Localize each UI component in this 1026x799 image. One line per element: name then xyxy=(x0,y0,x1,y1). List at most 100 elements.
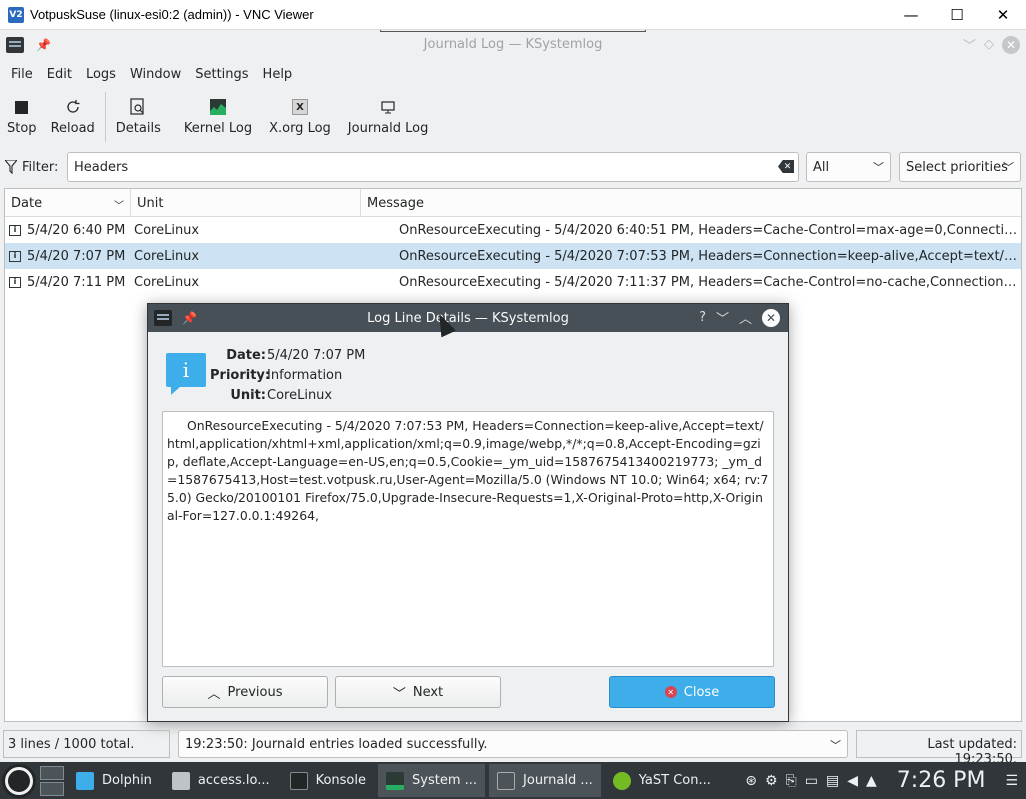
hamburger-menu-icon[interactable]: ☰ xyxy=(1005,773,1018,789)
task-konsole[interactable]: Konsole xyxy=(282,764,374,797)
kernel-log-button[interactable]: Kernel Log xyxy=(168,90,259,136)
minimize-icon[interactable]: ﹀ xyxy=(716,308,729,327)
task-label: Konsole xyxy=(315,773,367,788)
system-tray: ⊛ ⚙ ⎘ ▭ ▤ ◀ ▲ 7:26 PM ☰ xyxy=(745,762,1026,799)
status-message: 19:23:50: Journald entries loaded succes… xyxy=(185,737,488,752)
menu-window[interactable]: Window xyxy=(123,67,188,82)
yast-icon xyxy=(612,771,631,790)
toolbar-separator xyxy=(104,92,106,142)
folder-icon xyxy=(76,771,94,790)
row-date: 5/4/20 7:07 PM xyxy=(27,248,126,264)
vnc-logo-icon: V2 xyxy=(8,6,24,23)
details-icon xyxy=(129,98,147,116)
app-window-controls: ﹀ ◇ ✕ xyxy=(963,35,1020,54)
kde-connect-icon[interactable]: ⚙ xyxy=(765,773,778,789)
unit-value: CoreLinux xyxy=(267,388,333,403)
task-journald[interactable]: Journald ... xyxy=(489,764,601,797)
vnc-window-title: VotpuskSuse (linux-esi0:2 (admin)) - VNC… xyxy=(30,7,314,22)
unit-label: Unit: xyxy=(230,388,266,403)
menu-help[interactable]: Help xyxy=(256,67,300,82)
task-access-log[interactable]: access.lo... xyxy=(164,764,278,797)
filter-mode-select[interactable]: All ﹀ xyxy=(806,152,891,182)
ksystemlog-app-icon[interactable] xyxy=(6,36,24,53)
next-button[interactable]: ﹀ Next xyxy=(335,676,501,708)
application-launcher-icon[interactable] xyxy=(2,763,36,798)
last-updated: Last updated: 19:23:50. xyxy=(856,730,1022,767)
column-header-unit[interactable]: Unit xyxy=(131,189,361,216)
task-label: YaST Con... xyxy=(638,773,711,788)
filter-mode-value: All xyxy=(813,160,830,175)
vnc-window-controls: — ☐ ✕ xyxy=(888,0,1026,30)
clipboard-icon[interactable]: ▤ xyxy=(826,773,839,789)
text-file-icon xyxy=(171,771,190,790)
details-button[interactable]: Details xyxy=(109,90,168,136)
reload-button[interactable]: Reload xyxy=(44,90,102,136)
close-icon: ✕ xyxy=(664,686,677,698)
xorg-log-button[interactable]: X X.org Log xyxy=(259,90,338,136)
detail-values: 5/4/20 7:07 PM Information CoreLinux xyxy=(267,346,365,406)
info-icon: i xyxy=(9,224,21,236)
column-header-message[interactable]: Message xyxy=(361,189,1021,216)
menu-settings[interactable]: Settings xyxy=(188,67,255,82)
journald-log-button[interactable]: Journald Log xyxy=(338,90,436,136)
filter-bar: Filter: Headers ✕ All ﹀ Select prioritie… xyxy=(0,152,1026,182)
app-window-title: Journald Log — KSystemlog xyxy=(423,37,603,52)
usb-icon[interactable]: ⎘ xyxy=(786,773,797,789)
reload-icon xyxy=(64,98,82,116)
table-row[interactable]: i 5/4/20 7:11 PM CoreLinux OnResourceExec… xyxy=(5,269,1021,295)
kernel-log-icon xyxy=(209,98,227,116)
priority-select[interactable]: Select priorities ﹀ xyxy=(899,152,1021,182)
updates-icon[interactable]: ⊛ xyxy=(745,773,757,789)
dialog-title: Log Line Details — KSystemlog xyxy=(367,311,569,326)
minimize-icon[interactable]: ﹀ xyxy=(963,35,976,54)
pin-icon[interactable]: 📌 xyxy=(36,38,51,52)
task-label: Journald ... xyxy=(523,773,593,788)
task-dolphin[interactable]: Dolphin xyxy=(68,764,160,797)
table-row[interactable]: i 5/4/20 6:40 PM CoreLinux OnResourceExec… xyxy=(5,217,1021,243)
maximize-icon[interactable]: ☐ xyxy=(934,0,980,30)
minimize-icon[interactable]: — xyxy=(888,0,934,30)
close-icon[interactable]: ✕ xyxy=(762,308,780,327)
task-yast[interactable]: YaST Con... xyxy=(605,764,719,797)
filter-input[interactable]: Headers xyxy=(67,152,799,182)
row-message: OnResourceExecuting - 5/4/2020 7:07:53 P… xyxy=(399,248,1021,264)
maximize-icon[interactable]: ◇ xyxy=(984,37,994,52)
digital-clock[interactable]: 7:26 PM xyxy=(897,768,986,793)
volume-icon[interactable]: ◀ xyxy=(847,773,858,789)
previous-button[interactable]: ︿ Previous xyxy=(162,676,328,708)
task-label: System ... xyxy=(412,773,478,788)
details-label: Details xyxy=(115,121,161,136)
xorg-log-icon: X xyxy=(291,98,309,116)
column-header-date[interactable]: Date ﹀ xyxy=(5,189,131,216)
log-message-content: OnResourceExecuting - 5/4/2020 7:07:53 P… xyxy=(167,418,769,523)
status-history-select[interactable]: 19:23:50: Journald entries loaded succes… xyxy=(178,730,848,758)
row-message: OnResourceExecuting - 5/4/2020 7:11:37 P… xyxy=(399,274,1021,290)
maximize-icon[interactable]: ︿ xyxy=(739,308,752,327)
network-icon[interactable]: ▭ xyxy=(805,773,818,789)
column-header-label: Date xyxy=(11,196,43,211)
menu-file[interactable]: File xyxy=(4,67,40,82)
stop-label: Stop xyxy=(7,121,37,136)
table-header: Date ﹀ Unit Message xyxy=(5,189,1021,217)
close-button[interactable]: ✕ Close xyxy=(609,676,775,708)
ksystemlog-icon xyxy=(497,771,516,790)
close-icon[interactable]: ✕ xyxy=(980,0,1026,30)
row-message: OnResourceExecuting - 5/4/2020 6:40:51 P… xyxy=(399,222,1021,238)
column-header-label: Message xyxy=(367,196,424,211)
chevron-down-icon: ﹀ xyxy=(830,739,841,752)
table-row-selected[interactable]: i 5/4/20 7:07 PM CoreLinux OnResourceExec… xyxy=(5,243,1021,269)
close-label: Close xyxy=(683,684,720,700)
help-icon[interactable]: ? xyxy=(699,310,706,325)
task-system-monitor[interactable]: System ... xyxy=(378,764,486,797)
chevron-down-icon: ﹀ xyxy=(1003,161,1014,174)
expand-tray-icon[interactable]: ▲ xyxy=(866,773,877,789)
menu-edit[interactable]: Edit xyxy=(40,67,79,82)
desktop-pager[interactable] xyxy=(40,765,64,796)
monitor-icon xyxy=(379,98,397,116)
stop-icon xyxy=(13,98,31,116)
close-icon[interactable]: ✕ xyxy=(1002,35,1020,54)
log-message-text[interactable]: OnResourceExecuting - 5/4/2020 7:07:53 P… xyxy=(162,411,774,667)
stop-button[interactable]: Stop xyxy=(0,90,44,136)
task-label: Dolphin xyxy=(102,773,152,788)
menu-logs[interactable]: Logs xyxy=(79,67,123,82)
